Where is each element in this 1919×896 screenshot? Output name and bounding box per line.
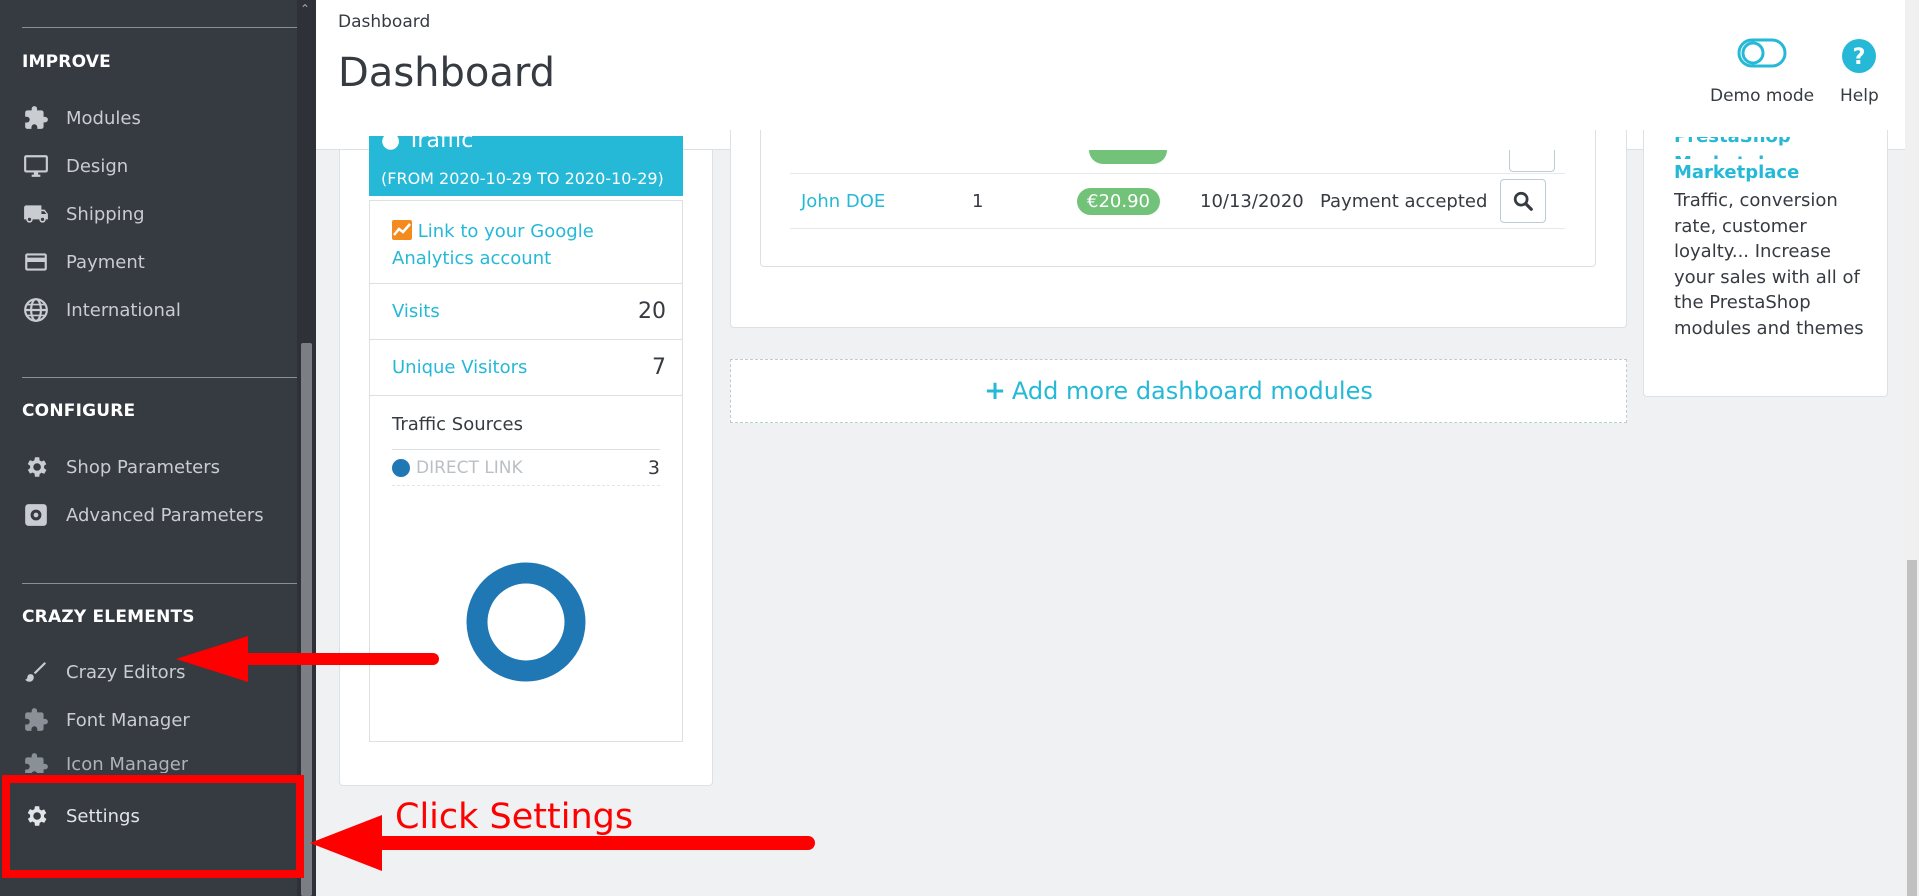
sidebar-divider [22,27,298,28]
order-customer[interactable]: John DOE [790,191,972,212]
sidebar: IMPROVE Modules Design Shipping Payment … [0,0,316,896]
status-badge [1089,150,1167,164]
table-row: John DOE 1 €20.90 10/13/2020 Payment acc… [790,173,1565,229]
traffic-title: ● Traffic [381,128,473,153]
puzzle-icon [22,751,50,773]
analytics-icon [392,220,412,240]
sidebar-item-label: Icon Manager [66,754,189,773]
traffic-donut-chart [466,562,586,682]
puzzle-icon [22,706,50,734]
traffic-title-text: Traffic [407,128,474,153]
donut-slice-direct-link [466,562,586,682]
sidebar-item-design[interactable]: Design [22,149,128,183]
toggle-icon [1737,38,1787,68]
add-more-label: Add more dashboard modules [1011,377,1373,405]
visits-label[interactable]: Visits [392,301,440,322]
visits-row: Visits 20 [370,283,682,339]
traffic-source-row: DIRECT LINK 3 [392,449,660,486]
help-label: Help [1840,86,1879,106]
sidebar-item-label: Payment [66,251,145,273]
globe-icon: ● [381,128,401,153]
sidebar-section-title: CRAZY ELEMENTS [22,607,195,627]
view-order-button[interactable] [1509,150,1555,172]
sidebar-item-icon-manager[interactable]: Icon Manager [22,751,188,773]
sidebar-item-crazy-editors[interactable]: Crazy Editors [22,655,185,689]
svg-text:?: ? [1853,45,1866,70]
globe-icon [22,296,50,324]
traffic-source-value: 3 [647,456,660,479]
sidebar-item-label: Advanced Parameters [66,504,264,526]
gear-box-icon [22,501,50,529]
sidebar-item-shipping[interactable]: Shipping [22,197,145,231]
brush-icon [22,658,50,686]
view-order-button[interactable] [1500,179,1546,223]
traffic-source-name: DIRECT LINK [392,458,523,478]
sidebar-item-payment[interactable]: Payment [22,245,145,279]
order-quantity: 1 [972,190,984,212]
annotation-label: Click Settings [395,797,634,837]
sidebar-divider [22,583,298,584]
demo-mode-label: Demo mode [1710,86,1815,106]
page-title: Dashboard [338,50,556,96]
sidebar-item-label: Design [66,155,129,177]
marketplace-title[interactable]: PrestaShop Marketplace [1674,137,1874,159]
sidebar-item-label: Shipping [66,203,145,225]
monitor-icon [22,152,50,180]
traffic-range: (FROM 2020-10-29 TO 2020-10-29) [381,169,664,188]
sidebar-item-modules[interactable]: Modules [22,101,141,135]
scroll-up-icon[interactable]: ⌃ [300,2,310,16]
sidebar-item-international[interactable]: International [22,293,181,327]
order-total-badge: €20.90 [1077,187,1160,215]
unique-visitors-label[interactable]: Unique Visitors [392,357,527,378]
page-scrollbar-thumb[interactable] [1907,560,1917,896]
traffic-header: ● Traffic (FROM 2020-10-29 TO 2020-10-29… [369,128,683,196]
sidebar-item-label: International [66,299,181,321]
google-analytics-link-text[interactable]: Link to your Google Analytics account [392,221,594,269]
credit-card-icon [22,248,50,276]
sidebar-item-label: Font Manager [66,709,190,731]
sidebar-section-title: CONFIGURE [22,401,136,421]
sidebar-item-advanced-parameters[interactable]: Advanced Parameters [22,498,264,532]
unique-visitors-row: Unique Visitors 7 [370,339,682,395]
sidebar-item-label: Modules [66,107,141,129]
unique-visitors-value: 7 [652,355,666,380]
page-header: Dashboard Dashboard Demo mode ? Help [316,0,1905,150]
legend-dot-icon [392,458,410,477]
demo-mode-button[interactable]: Demo mode [1710,38,1814,106]
sidebar-section-title: IMPROVE [22,52,111,72]
traffic-source-label: DIRECT LINK [416,457,523,478]
traffic-sources-label: Traffic Sources [392,414,524,435]
sidebar-item-shop-parameters[interactable]: Shop Parameters [22,450,220,484]
sidebar-divider [22,377,298,378]
order-date: 10/13/2020 [1200,190,1304,212]
breadcrumb[interactable]: Dashboard [338,12,430,32]
marketplace-title-clip: PrestaShop Marketplace [1674,137,1874,159]
gear-icon [22,453,50,481]
add-dashboard-modules-button[interactable]: + Add more dashboard modules [730,359,1627,423]
search-icon [1513,191,1533,211]
truck-icon [22,200,50,228]
help-icon: ? [1842,39,1877,73]
google-analytics-link[interactable]: Link to your Google Analytics account [392,218,642,272]
puzzle-icon [22,104,50,132]
plus-icon: + [984,376,1006,406]
table-row [790,150,1565,173]
divider [370,395,682,396]
marketplace-title-visible[interactable]: Marketplace [1674,159,1874,186]
sidebar-item-font-manager[interactable]: Font Manager [22,703,190,737]
visits-value: 20 [638,299,666,324]
marketplace-text: Traffic, conversion rate, customer loyal… [1674,190,1864,339]
sidebar-item-label: Shop Parameters [66,456,221,478]
help-button[interactable]: ? Help [1840,38,1879,106]
sidebar-item-label: Crazy Editors [66,661,186,683]
annotation-highlight-box [2,775,304,878]
order-status: Payment accepted [1320,190,1488,212]
